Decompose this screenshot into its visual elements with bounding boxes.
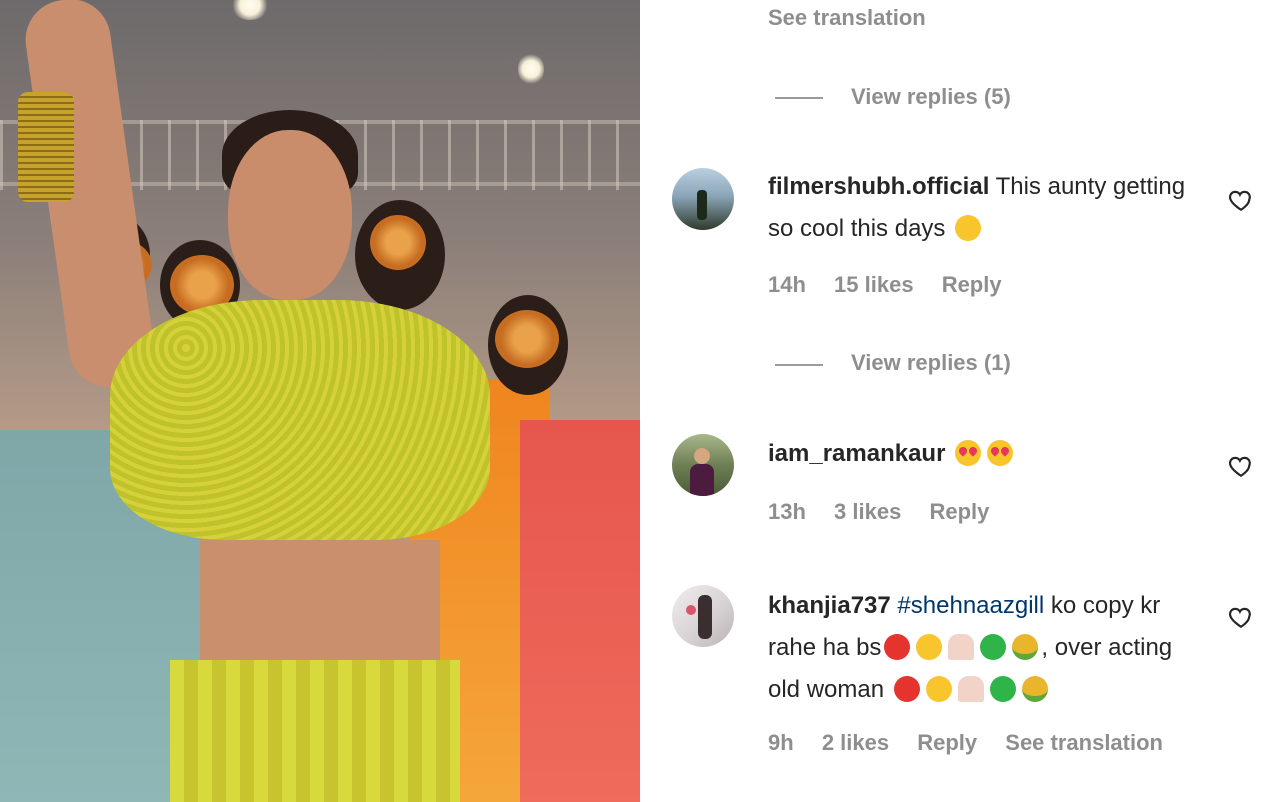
woman-no-emoji-icon bbox=[948, 634, 975, 660]
comment-time: 9h bbox=[768, 730, 794, 755]
lady-skirt bbox=[170, 660, 460, 802]
comment-username[interactable]: filmershubh.official bbox=[768, 173, 989, 200]
comment-likes[interactable]: 2 likes bbox=[822, 730, 889, 755]
avatar-head bbox=[694, 448, 710, 464]
heart-icon[interactable] bbox=[1228, 187, 1254, 213]
view-replies-button[interactable]: View replies (5) bbox=[851, 84, 1011, 110]
bangles bbox=[18, 92, 74, 202]
hashtag-link[interactable]: #shehnaazgill bbox=[897, 592, 1044, 619]
replies-divider bbox=[775, 97, 823, 99]
comment-meta: 9h 2 likes Reply See translation bbox=[768, 730, 1185, 756]
comment-text: filmershubh.official This aunty getting … bbox=[768, 166, 1208, 250]
lady-waist bbox=[200, 540, 440, 670]
view-replies-button[interactable]: View replies (1) bbox=[851, 350, 1011, 376]
comment-text: khanjia737 #shehnaazgill ko copy kr rahe… bbox=[768, 585, 1208, 711]
heart-eyes-emoji-icon bbox=[987, 440, 1014, 466]
heart-icon[interactable] bbox=[1228, 604, 1254, 630]
smirk-emoji-icon bbox=[916, 634, 943, 660]
avatar-detail bbox=[686, 605, 696, 615]
post-photo bbox=[0, 0, 640, 802]
comments-panel: See translation View replies (5) filmers… bbox=[640, 0, 1280, 802]
heart-eyes-emoji-icon bbox=[955, 440, 982, 466]
avatar[interactable] bbox=[672, 585, 734, 647]
comment-username[interactable]: khanjia737 bbox=[768, 592, 891, 619]
vomit-emoji-icon bbox=[1012, 634, 1039, 660]
red-dancer bbox=[520, 420, 640, 802]
avatar[interactable] bbox=[672, 434, 734, 496]
comment-meta: 14h 15 likes Reply bbox=[768, 272, 1024, 298]
woman-no-emoji-icon bbox=[957, 676, 984, 702]
comment-text: iam_ramankaur bbox=[768, 433, 1208, 475]
comment-likes[interactable]: 3 likes bbox=[834, 499, 901, 524]
comment-meta: 13h 3 likes Reply bbox=[768, 499, 1011, 525]
nauseated-emoji-icon bbox=[980, 634, 1007, 660]
avatar[interactable] bbox=[672, 168, 734, 230]
comment-time: 14h bbox=[768, 272, 806, 297]
avatar-figure bbox=[698, 595, 712, 639]
pouting-emoji-icon bbox=[893, 676, 920, 702]
lady-face bbox=[228, 130, 352, 300]
see-translation-link[interactable]: See translation bbox=[1005, 730, 1163, 755]
see-translation-link[interactable]: See translation bbox=[768, 5, 926, 31]
reply-button[interactable]: Reply bbox=[942, 272, 1002, 297]
hair-flower bbox=[370, 215, 426, 270]
hair-flower bbox=[495, 310, 559, 368]
smirk-emoji-icon bbox=[925, 676, 952, 702]
comment-username[interactable]: iam_ramankaur bbox=[768, 440, 945, 467]
heart-icon[interactable] bbox=[1228, 453, 1254, 479]
comment-likes[interactable]: 15 likes bbox=[834, 272, 914, 297]
comment-time: 13h bbox=[768, 499, 806, 524]
reply-button[interactable]: Reply bbox=[917, 730, 977, 755]
lady-blouse bbox=[110, 300, 490, 540]
laughing-emoji-icon bbox=[955, 215, 982, 241]
nauseated-emoji-icon bbox=[989, 676, 1016, 702]
avatar-body bbox=[690, 464, 714, 496]
pouting-emoji-icon bbox=[884, 634, 911, 660]
avatar-figure bbox=[697, 190, 707, 220]
vomit-emoji-icon bbox=[1021, 676, 1048, 702]
reply-button[interactable]: Reply bbox=[929, 499, 989, 524]
stage-light bbox=[518, 52, 544, 86]
replies-divider bbox=[775, 364, 823, 366]
stage-light bbox=[230, 0, 270, 20]
